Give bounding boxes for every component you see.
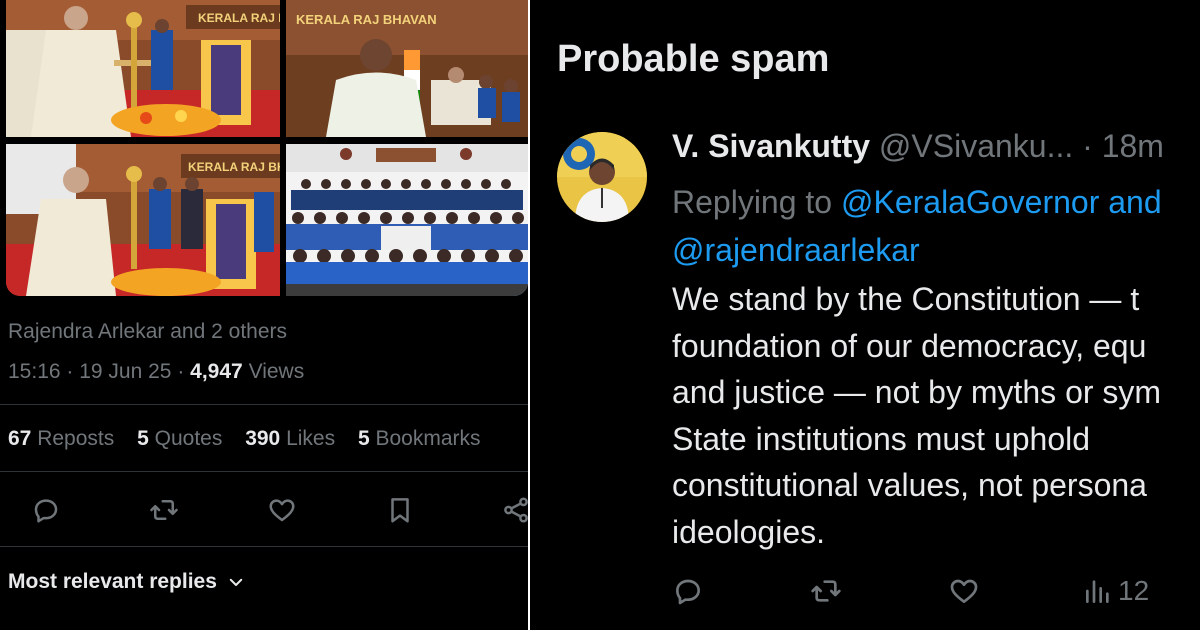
liked-by-text[interactable]: Rajendra Arlekar and 2 others — [8, 320, 287, 344]
engagement-stats: 67 Reposts 5 Quotes 390 Likes 5 Bookmark… — [8, 427, 498, 451]
reposts-stat[interactable]: 67 Reposts — [8, 427, 114, 450]
group-photo-students[interactable] — [286, 144, 528, 296]
repost-icon — [150, 500, 178, 520]
reply-text-line: foundation of our democracy, equ — [672, 327, 1147, 364]
reply-text-line: We stand by the Constitution — t — [672, 281, 1140, 317]
reply-button[interactable] — [672, 573, 704, 609]
share-icon — [504, 497, 528, 523]
replying-prefix: Replying to — [672, 184, 833, 220]
reply-icon — [34, 499, 58, 523]
reply-button[interactable] — [28, 492, 64, 528]
reply-views-count: 12 — [1118, 575, 1150, 606]
quotes-stat[interactable]: 5 Quotes — [137, 427, 222, 450]
sort-replies-dropdown[interactable]: Most relevant replies — [8, 570, 245, 594]
repost-button[interactable] — [146, 492, 182, 528]
reply-text-line: ideologies. — [672, 513, 825, 550]
governor-lighting-lamp-photo[interactable]: KERALA RAJ BHAVAN — [6, 0, 280, 137]
reply-icon — [676, 579, 700, 605]
repost-icon — [811, 580, 841, 602]
mention-link-rajendraarlekar[interactable]: @rajendraarlekar — [672, 232, 920, 268]
divider — [0, 546, 528, 547]
share-button[interactable] — [498, 492, 528, 528]
bookmarks-stat[interactable]: 5 Bookmarks — [358, 427, 481, 450]
heart-icon — [950, 579, 978, 603]
likes-stat[interactable]: 390 Likes — [245, 427, 335, 450]
replying-to: Replying to @KeralaGovernor and @rajendr… — [672, 178, 1162, 274]
governor-folded-hands-photo[interactable]: KERALA RAJ BHAVAN — [6, 144, 280, 296]
chevron-down-icon — [229, 578, 243, 586]
divider — [0, 471, 528, 472]
mention-link-kerala-governor[interactable]: @KeralaGovernor and — [841, 184, 1162, 220]
bookmark-icon — [391, 498, 409, 523]
right-reply-panel: Probable spam V. Sivankutty @VSivanku...… — [530, 0, 1200, 630]
divider — [0, 404, 528, 405]
banner-text: KERALA RAJ BHAVAN — [198, 11, 280, 25]
like-button[interactable] — [948, 573, 980, 609]
reply-text: We stand by the Constitution — t foundat… — [672, 276, 1161, 555]
banner-text: KERALA RAJ BHAVAN — [188, 160, 280, 174]
author-handle[interactable]: @VSivanku... — [879, 128, 1073, 164]
views-label: Views — [248, 360, 305, 383]
post-timestamp: 15:16 · 19 Jun 25 · 4,947 Views — [8, 360, 305, 383]
like-button[interactable] — [264, 492, 300, 528]
post-time: 15:16 — [8, 360, 61, 383]
reply-text-line: constitutional values, not persona — [672, 467, 1147, 503]
bookmark-button[interactable] — [382, 492, 418, 528]
views-count: 4,947 — [190, 360, 243, 383]
banner-text: KERALA RAJ BHAVAN — [296, 12, 437, 27]
sort-label: Most relevant replies — [8, 570, 217, 593]
reply-text-line: and justice — not by myths or sym — [672, 374, 1162, 410]
repost-button[interactable] — [810, 573, 842, 609]
reply-text-line: State institutions must uphold — [672, 420, 1091, 457]
probable-spam-heading: Probable spam — [557, 38, 830, 80]
post-date: 19 Jun 25 — [79, 360, 172, 383]
reply-timestamp[interactable]: · 18m — [1082, 128, 1164, 164]
author-name[interactable]: V. Sivankutty — [672, 128, 870, 164]
left-post-panel: KERALA RAJ BHAVAN K — [0, 0, 528, 630]
views-button[interactable]: 12 — [1082, 573, 1149, 609]
analytics-icon — [1086, 580, 1109, 603]
minister-speaking-photo[interactable]: KERALA RAJ BHAVAN — [286, 0, 528, 137]
avatar[interactable] — [557, 132, 647, 222]
photo-grid: KERALA RAJ BHAVAN K — [6, 0, 528, 298]
heart-icon — [269, 499, 295, 522]
reply-author-line: V. Sivankutty @VSivanku... · 18m — [672, 128, 1164, 165]
